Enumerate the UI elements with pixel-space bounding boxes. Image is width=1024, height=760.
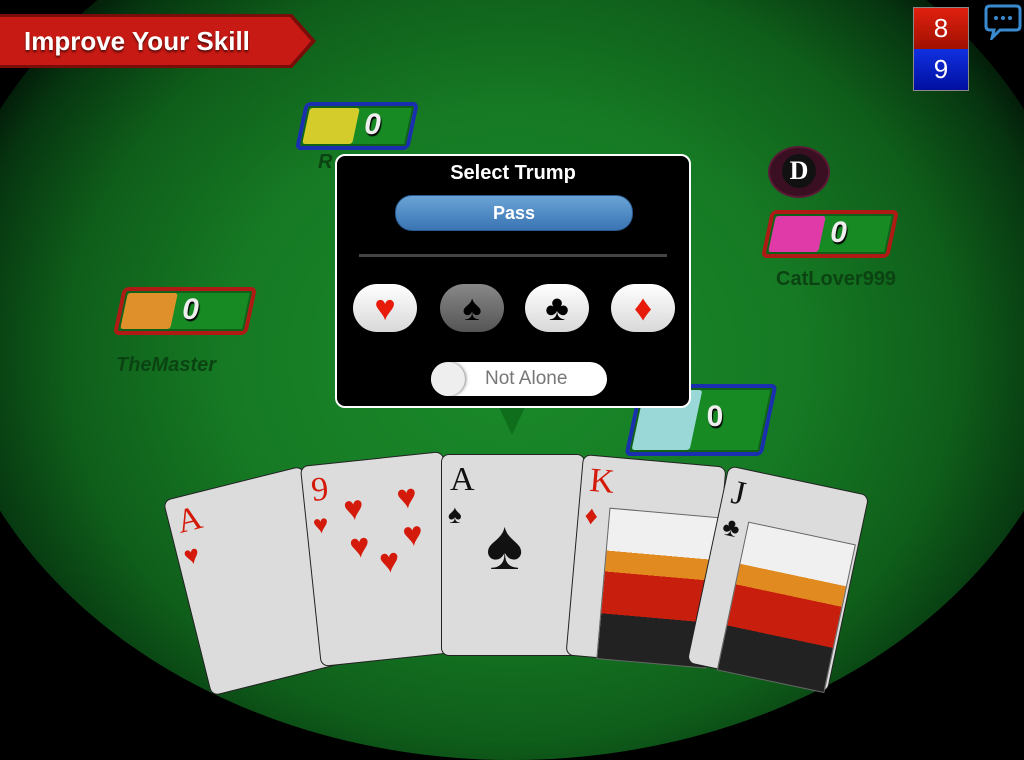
player-name-top: R: [318, 151, 333, 173]
trump-spades-button[interactable]: ♠: [440, 284, 504, 332]
hand-card-ace-spades[interactable]: A ♠ ♠: [441, 454, 585, 656]
dealer-chip-label: D: [782, 154, 816, 188]
divider: [359, 254, 667, 257]
heart-icon: ♥: [311, 508, 330, 540]
avatar-bearded-man: [302, 108, 360, 144]
chat-button[interactable]: [984, 4, 1022, 45]
player-name-right: CatLover999: [776, 268, 897, 290]
player-name-left: TheMaster: [116, 354, 217, 376]
heart-pip-icon: ♥: [347, 526, 372, 567]
not-alone-toggle[interactable]: Not Alone: [431, 362, 607, 396]
club-icon: ♣: [719, 510, 743, 544]
card-rank: A: [450, 461, 475, 498]
player-score: 0: [182, 293, 199, 326]
card-rank: A: [173, 499, 206, 541]
dialog-pointer: [498, 405, 526, 435]
avatar-hooded-master: [120, 293, 178, 329]
ornate-spade-icon: ♠: [486, 506, 524, 584]
heart-icon: ♥: [180, 538, 203, 572]
spade-icon: ♠: [462, 287, 482, 328]
player-plate-top[interactable]: 0: [294, 102, 420, 150]
heart-icon: ♥: [374, 287, 396, 328]
hand-card-nine-hearts[interactable]: 9 ♥ ♥ ♥ ♥ ♥ ♥: [299, 451, 465, 667]
pass-button[interactable]: Pass: [395, 195, 633, 231]
player-plate-right[interactable]: 0: [760, 210, 900, 258]
card-rank: K: [588, 461, 616, 501]
team-red-score: 8: [914, 8, 968, 49]
card-rank: 9: [309, 470, 331, 509]
avatar-cat-with-hat: [768, 216, 826, 252]
player-score: 0: [830, 216, 847, 249]
chat-bubble-icon: [984, 4, 1022, 43]
spade-icon: ♠: [448, 499, 462, 529]
heart-pip-icon: ♥: [341, 488, 366, 529]
dialog-title: Select Trump: [450, 162, 576, 184]
banner-label: Improve Your Skill: [24, 26, 250, 56]
toggle-knob[interactable]: [431, 362, 465, 396]
select-trump-dialog: Select Trump Pass ♥ ♠ ♣ ♦ Not Alone: [335, 154, 691, 408]
team-scoreboard: 8 9: [913, 7, 969, 91]
player-score: 0: [364, 108, 381, 141]
player-score: 0: [706, 400, 724, 433]
heart-pip-icon: ♥: [377, 541, 402, 582]
trump-clubs-button[interactable]: ♣: [525, 284, 589, 332]
diamond-icon: ♦: [633, 287, 653, 328]
diamond-icon: ♦: [583, 499, 600, 531]
heart-pip-icon: ♥: [400, 514, 425, 555]
trump-hearts-button[interactable]: ♥: [353, 284, 417, 332]
club-icon: ♣: [545, 287, 569, 328]
improve-skill-banner[interactable]: Improve Your Skill: [0, 12, 318, 70]
dealer-chip: D: [768, 146, 830, 198]
trump-diamonds-button[interactable]: ♦: [611, 284, 675, 332]
toggle-label: Not Alone: [485, 368, 568, 389]
heart-pip-icon: ♥: [394, 477, 419, 518]
team-blue-score: 9: [914, 49, 968, 90]
card-rank: J: [728, 473, 749, 513]
player-plate-left[interactable]: 0: [112, 287, 258, 335]
